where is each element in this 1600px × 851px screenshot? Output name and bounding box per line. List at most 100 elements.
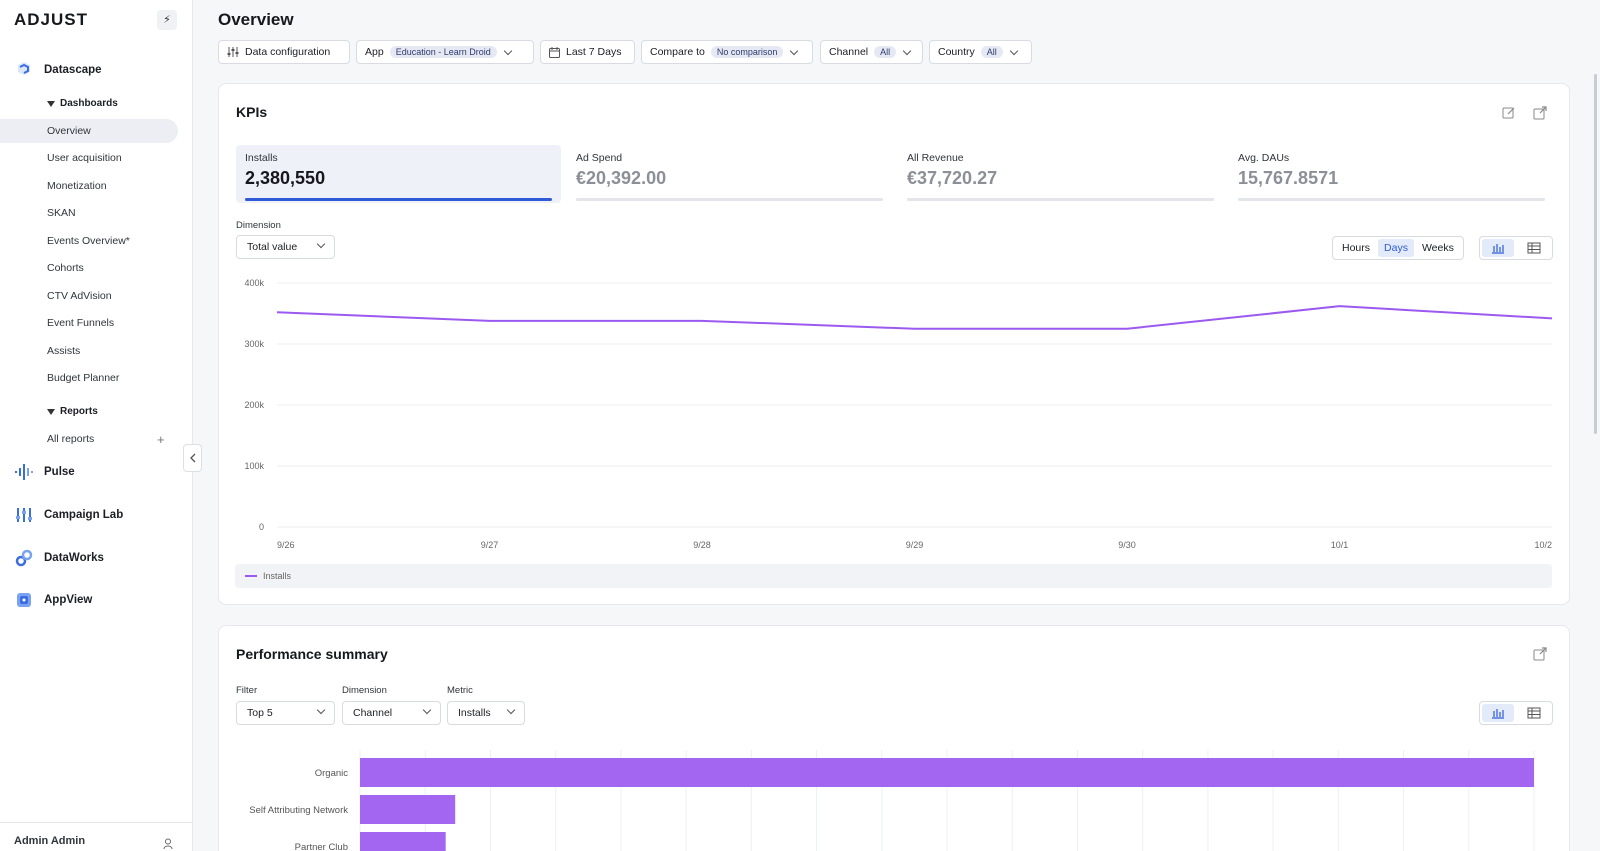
bar[interactable] <box>360 758 1534 787</box>
bar-category-label: Organic <box>315 768 349 779</box>
dataworks-icon <box>14 548 34 568</box>
nav-item-overview[interactable]: Overview <box>0 119 178 143</box>
app-filter[interactable]: App Education - Learn Droid <box>356 40 534 64</box>
chevron-down-icon <box>1009 46 1019 55</box>
kpi-installs[interactable]: Installs 2,380,550 <box>236 145 561 203</box>
nav-section-label: DataWorks <box>44 552 104 564</box>
chevron-down-icon <box>790 46 799 55</box>
nav-section-datascape[interactable]: Datascape <box>14 60 102 80</box>
table-icon <box>1527 707 1541 719</box>
datascape-icon <box>14 60 34 80</box>
nav-item-budget-planner[interactable]: Budget Planner <box>0 366 178 390</box>
nav-group-reports[interactable]: Reports <box>47 406 98 417</box>
dimension-select[interactable]: Total value <box>236 235 335 259</box>
compare-filter-value: No comparison <box>710 46 784 58</box>
country-filter-value: All <box>980 46 1003 58</box>
filter-select[interactable]: Top 5 <box>236 701 335 725</box>
x-tick-label: 9/30 <box>1118 540 1136 550</box>
data-configuration-button[interactable]: Data configuration <box>218 40 350 64</box>
compare-filter[interactable]: Compare to No comparison <box>641 40 813 64</box>
legend-label[interactable]: Installs <box>263 571 291 581</box>
nav-section-label: Datascape <box>44 64 102 76</box>
kpi-label: Ad Spend <box>576 152 623 164</box>
y-tick-label: 300k <box>244 339 264 349</box>
nav-section-label: Pulse <box>44 466 75 478</box>
nav-item-event-funnels[interactable]: Event Funnels <box>0 311 178 335</box>
nav-section-dataworks[interactable]: DataWorks <box>14 548 104 568</box>
kpi-value: €20,392.00 <box>576 168 667 188</box>
chevron-down-icon <box>316 239 326 249</box>
kpi-indicator <box>245 198 552 201</box>
table-view-button[interactable] <box>1518 239 1550 257</box>
dimension-label: Dimension <box>236 220 281 231</box>
nav-item-cohorts[interactable]: Cohorts <box>0 256 178 280</box>
nav-section-label: AppView <box>44 594 93 606</box>
granularity-hours[interactable]: Hours <box>1336 239 1376 257</box>
nav-section-campaign-lab[interactable]: Campaign Lab <box>14 505 123 525</box>
channel-filter-value: All <box>874 46 897 58</box>
performance-bar-chart: Organic Self Attributing Network Partner C… <box>249 750 1535 851</box>
performance-view-switch <box>1479 701 1553 725</box>
date-range-filter[interactable]: Last 7 Days <box>540 40 635 64</box>
sidebar-divider <box>0 822 193 823</box>
channel-filter[interactable]: Channel All <box>820 40 923 64</box>
app-filter-value: Education - Learn Droid <box>389 46 497 58</box>
perf-dimension-select[interactable]: Channel <box>342 701 441 725</box>
nav-item-user-acquisition[interactable]: User acquisition <box>0 146 178 170</box>
quick-action-button[interactable]: ⚡ <box>157 10 177 30</box>
kpi-indicator <box>907 198 1214 201</box>
nav-group-label: Dashboards <box>60 98 118 109</box>
x-tick-label: 10/1 <box>1331 540 1349 550</box>
y-tick-label: 100k <box>244 461 264 471</box>
adjust-logo[interactable]: ADJUST <box>14 10 88 30</box>
x-tick-label: 9/29 <box>906 540 924 550</box>
nav-item-ctv-advision[interactable]: CTV AdVision <box>0 284 178 308</box>
chart-view-button[interactable] <box>1482 239 1514 257</box>
dimension-select-value: Total value <box>247 241 298 253</box>
collapse-sidebar-button[interactable] <box>183 444 202 472</box>
user-name[interactable]: Admin Admin <box>14 835 85 847</box>
granularity-weeks[interactable]: Weeks <box>1416 239 1460 257</box>
table-view-button[interactable] <box>1518 704 1550 722</box>
country-filter-label: Country <box>938 46 975 58</box>
date-range-value: Last 7 Days <box>566 46 622 58</box>
series-line-installs[interactable] <box>276 305 1553 330</box>
chart-view-button[interactable] <box>1482 704 1514 722</box>
edit-icon[interactable] <box>1502 106 1516 120</box>
nav-section-pulse[interactable]: Pulse <box>14 462 75 482</box>
nav-item-assists[interactable]: Assists <box>0 339 178 363</box>
export-icon[interactable] <box>1533 106 1547 120</box>
nav-item-skan[interactable]: SKAN <box>0 201 178 225</box>
export-icon[interactable] <box>1533 647 1547 661</box>
kpi-value: €37,720.27 <box>907 168 998 188</box>
kpi-avg-daus[interactable]: Avg. DAUs 15,767.8571 <box>1229 145 1554 203</box>
kpi-ad-spend[interactable]: Ad Spend €20,392.00 <box>567 145 892 203</box>
chevron-down-icon <box>506 705 516 715</box>
bar-chart-icon <box>1492 244 1504 254</box>
nav-item-all-reports[interactable]: All reports <box>0 427 178 451</box>
installs-line-chart: 0 100k 200k 300k 400k 9/26 9/27 9/28 9/29 9/30 10/… <box>244 278 1553 550</box>
kpi-all-revenue[interactable]: All Revenue €37,720.27 <box>898 145 1223 203</box>
chevron-down-icon <box>902 46 912 55</box>
granularity-toggle: Hours Days Weeks <box>1332 236 1464 260</box>
nav-item-monetization[interactable]: Monetization <box>0 174 178 198</box>
add-report-button[interactable]: + <box>157 432 165 447</box>
user-icon[interactable] <box>163 837 173 851</box>
x-tick-label: 9/27 <box>481 540 499 550</box>
compare-filter-label: Compare to <box>650 46 705 58</box>
country-filter[interactable]: Country All <box>929 40 1032 64</box>
kpi-value: 2,380,550 <box>245 168 326 188</box>
nav-item-events-overview[interactable]: Events Overview* <box>0 229 178 253</box>
granularity-days[interactable]: Days <box>1378 239 1414 257</box>
kpi-view-switch <box>1479 236 1553 260</box>
bar[interactable] <box>360 832 446 851</box>
bar[interactable] <box>360 795 456 824</box>
metric-select[interactable]: Installs <box>447 701 525 725</box>
nav-group-dashboards[interactable]: Dashboards <box>47 98 118 109</box>
nav-section-appview[interactable]: AppView <box>14 590 92 610</box>
bar-category-label: Self Attributing Network <box>249 805 348 816</box>
channel-filter-label: Channel <box>829 46 869 58</box>
perf-dimension-value: Channel <box>353 707 393 719</box>
nav-section-label: Campaign Lab <box>44 509 124 521</box>
scrollbar-thumb[interactable] <box>1594 74 1597 434</box>
